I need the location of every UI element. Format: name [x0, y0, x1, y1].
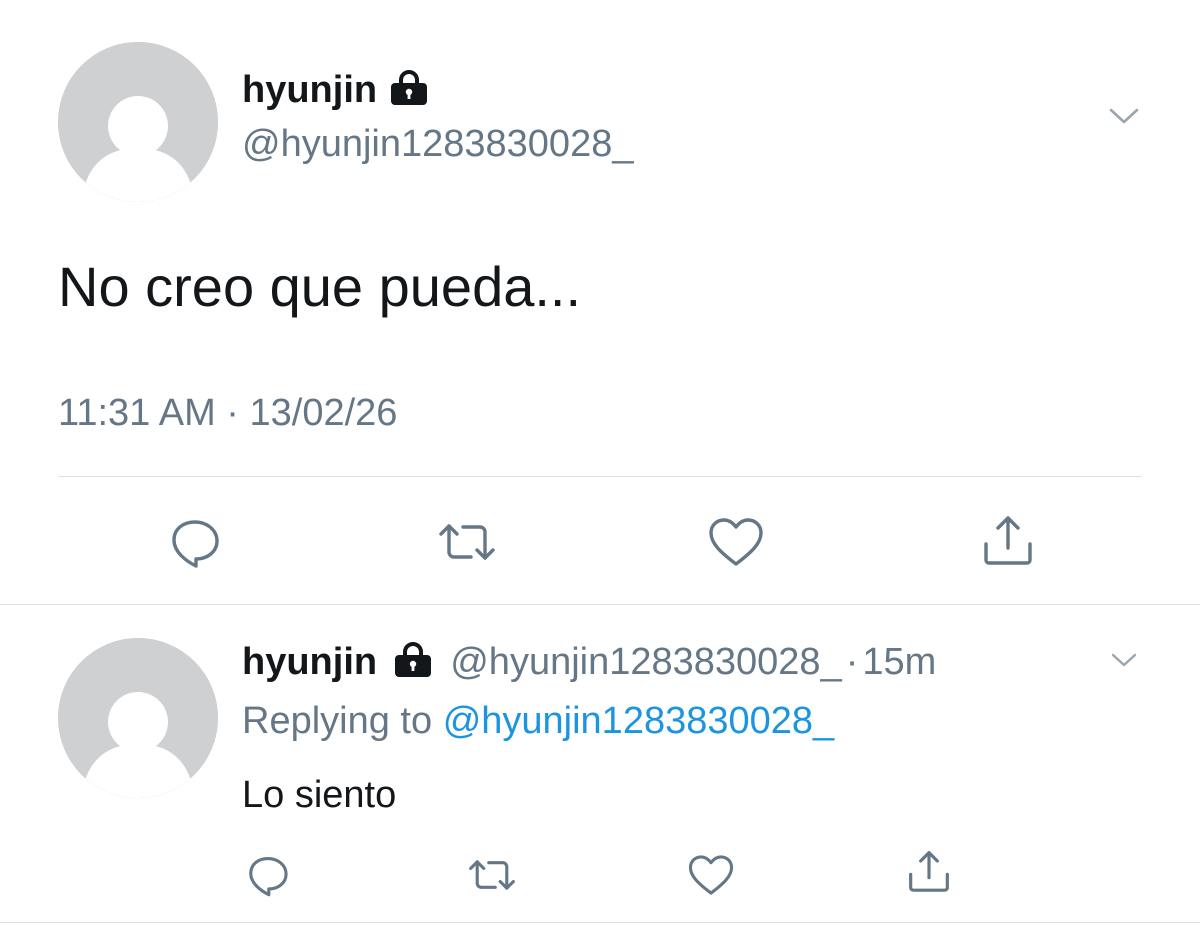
avatar[interactable] — [58, 42, 218, 202]
share-icon — [909, 851, 949, 892]
avatar[interactable] — [58, 638, 218, 798]
tweet-age[interactable]: 15m — [862, 641, 936, 683]
section-divider — [0, 604, 1200, 605]
separator-dot: · — [845, 641, 859, 683]
like-icon — [688, 855, 734, 895]
share-icon — [984, 516, 1032, 565]
retweet-icon — [439, 524, 495, 560]
reply-button[interactable] — [166, 514, 224, 570]
chevron-down-icon[interactable] — [1108, 648, 1140, 672]
reply-button[interactable] — [244, 852, 292, 898]
retweet-icon — [469, 860, 515, 890]
replying-to: Replying to @hyunjin1283830028_ — [242, 698, 834, 744]
tweet-text: Lo siento — [242, 774, 397, 816]
lock-icon — [388, 70, 430, 124]
like-icon — [709, 518, 763, 566]
handle[interactable]: @hyunjin1283830028_ — [450, 641, 841, 683]
retweet-button[interactable] — [466, 852, 518, 898]
replying-to-label: Replying to — [242, 700, 433, 742]
lock-icon — [392, 642, 434, 689]
tweet-timestamp[interactable]: 11:31 AM · 13/02/26 — [58, 390, 397, 436]
author-name-row[interactable]: hyunjin — [242, 66, 430, 111]
default-avatar-icon — [58, 42, 218, 202]
handle[interactable]: @hyunjin1283830028_ — [242, 122, 633, 166]
like-button[interactable] — [686, 852, 736, 898]
bottom-divider — [0, 922, 1200, 923]
replying-to-handle[interactable]: @hyunjin1283830028_ — [443, 700, 834, 742]
share-button[interactable] — [904, 846, 954, 896]
reply-header-row: hyunjin @hyunjin1283830028_ · 15m — [242, 638, 936, 684]
reply-icon — [249, 857, 288, 897]
display-name[interactable]: hyunjin — [242, 641, 377, 683]
display-name[interactable]: hyunjin — [242, 69, 377, 111]
like-button[interactable] — [706, 514, 766, 570]
share-button[interactable] — [978, 510, 1038, 570]
tweet-text: No creo que pueda... — [58, 255, 582, 318]
chevron-down-icon[interactable] — [1106, 102, 1142, 130]
reply-icon — [172, 520, 219, 568]
retweet-button[interactable] — [436, 514, 498, 570]
divider — [58, 476, 1142, 477]
default-avatar-icon — [58, 638, 218, 798]
